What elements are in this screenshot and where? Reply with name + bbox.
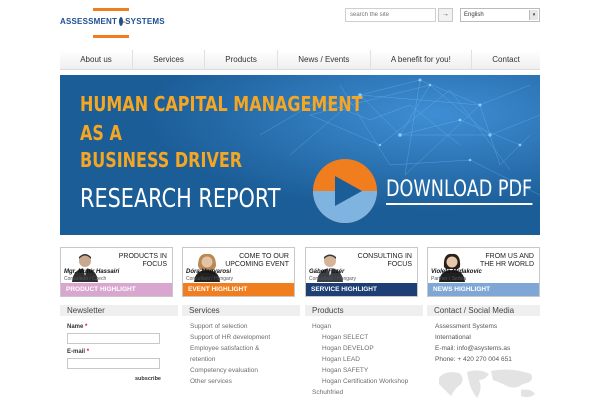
newsletter-heading: Newsletter xyxy=(60,305,178,316)
banner-headline-line1: HUMAN CAPITAL MANAGEMENT xyxy=(80,92,363,116)
products-link[interactable]: Hogan DEVELOP xyxy=(312,343,408,354)
highlight-card-event[interactable]: COME TO OUR UPCOMING EVENT Dóra Magyaros… xyxy=(182,247,295,297)
highlight-category-bar: PRODUCT HIGHLIGHT xyxy=(61,283,172,296)
play-icon[interactable] xyxy=(312,158,378,224)
contact-heading: Contact / Social Media xyxy=(427,305,540,316)
nav-item-contact[interactable]: Contact xyxy=(472,50,540,69)
highlight-card-news[interactable]: FROM US AND THE HR WORLD Violeta Mrdakov… xyxy=(427,247,540,297)
world-map-icon xyxy=(439,369,535,398)
email-label-text: E-mail xyxy=(67,349,86,355)
highlight-person-name: Mgr. Munir Hassairi xyxy=(64,269,120,275)
highlight-card-product[interactable]: PRODUCTS IN FOCUS Mgr. Munir Hassairi Co… xyxy=(60,247,173,297)
chevron-down-icon: ▾ xyxy=(529,10,538,20)
email-field[interactable] xyxy=(67,358,160,369)
highlight-person-name: Dóra Magyarosi xyxy=(186,269,232,275)
required-mark: * xyxy=(85,324,88,330)
contact-email[interactable]: E-mail: info@asystems.as xyxy=(435,343,512,354)
products-heading: Products xyxy=(305,305,423,316)
products-link[interactable]: Hogan LEAD xyxy=(312,354,408,365)
highlight-title: PRODUCTS IN FOCUS xyxy=(118,253,167,268)
services-heading: Services xyxy=(182,305,300,316)
highlight-category-bar: NEWS HIGHLIGHT xyxy=(428,283,539,296)
required-mark: * xyxy=(86,349,90,355)
language-select[interactable]: English ▾ xyxy=(460,8,540,22)
logo-top-bar xyxy=(93,8,129,11)
services-link[interactable]: Competency evaluation xyxy=(190,365,270,376)
search-button[interactable]: → xyxy=(438,8,453,22)
name-field[interactable] xyxy=(67,333,160,344)
contact-phone: Phone: + 420 270 004 651 xyxy=(435,356,512,363)
products-link[interactable]: Hogan SELECT xyxy=(312,332,408,343)
banner-subheadline: RESEARCH REPORT xyxy=(80,184,281,214)
company-logo[interactable]: ASSESSMENT SYSTEMS xyxy=(60,8,165,38)
highlight-category-bar: SERVICE HIGHLIGHT xyxy=(306,283,417,296)
highlight-card-service[interactable]: CONSULTING IN FOCUS Gábor Füzér Consulta… xyxy=(305,247,418,297)
products-link[interactable]: Hogan xyxy=(312,321,408,332)
services-link[interactable]: Support of HR development xyxy=(190,332,270,343)
nav-item-products[interactable]: Products xyxy=(205,50,279,69)
nav-item-about-us[interactable]: About us xyxy=(60,50,133,69)
highlight-person-name: Violeta Mrdakovic xyxy=(431,269,482,275)
highlight-title: CONSULTING IN FOCUS xyxy=(357,253,412,268)
logo-bottom-bar xyxy=(93,35,129,38)
services-list: Support of selection Support of HR devel… xyxy=(190,321,270,387)
services-link[interactable]: Employee satisfaction & xyxy=(190,343,270,354)
products-link[interactable]: Hogan SAFETY xyxy=(312,365,408,376)
highlight-title: COME TO OUR UPCOMING EVENT xyxy=(225,253,289,268)
subscribe-button[interactable]: subscribe xyxy=(135,376,161,382)
nav-item-services[interactable]: Services xyxy=(133,50,206,69)
nav-item-benefit[interactable]: A benefit for you! xyxy=(371,50,473,69)
products-link[interactable]: Schuhfried xyxy=(312,387,408,398)
hero-banner[interactable]: HUMAN CAPITAL MANAGEMENT AS A BUSINESS D… xyxy=(60,75,540,235)
highlight-person-role: Consultant / Hungary xyxy=(186,276,233,282)
company-name-line2: International xyxy=(435,334,471,341)
newsletter-form: Name * E-mail * xyxy=(67,324,160,369)
highlight-person-name: Gábor Füzér xyxy=(309,269,345,275)
nav-item-news-events[interactable]: News / Events xyxy=(278,50,371,69)
highlight-title: FROM US AND THE HR WORLD xyxy=(479,253,534,268)
highlight-category-bar: EVENT HIGHLIGHT xyxy=(183,283,294,296)
services-link[interactable]: Other services xyxy=(190,376,270,387)
search-input[interactable] xyxy=(345,8,436,22)
logo-circle-icon xyxy=(119,17,125,26)
logo-word-right: SYSTEMS xyxy=(125,17,165,26)
language-selected-value: English xyxy=(464,12,484,18)
products-list: Hogan Hogan SELECT Hogan DEVELOP Hogan L… xyxy=(312,321,408,398)
arrow-right-icon: → xyxy=(442,11,449,18)
highlight-person-role: Consultant / Czech xyxy=(64,276,107,282)
main-navigation: About us Services Products News / Events… xyxy=(60,50,540,70)
products-link[interactable]: Hogan Certification Workshop xyxy=(312,376,408,387)
banner-headline-line3: BUSINESS DRIVER xyxy=(80,148,243,172)
highlight-person-role: Partner / Serbia xyxy=(431,276,467,282)
banner-headline-line2: AS A xyxy=(80,121,122,145)
highlight-person-role: Consultant / Hungary xyxy=(309,276,356,282)
services-link[interactable]: Support of selection xyxy=(190,321,270,332)
download-pdf-link[interactable]: DOWNLOAD PDF xyxy=(386,177,533,205)
name-label-text: Name xyxy=(67,324,84,330)
name-label: Name * xyxy=(67,324,160,330)
contact-info: Assessment Systems International E-mail:… xyxy=(435,321,512,365)
services-link[interactable]: retention xyxy=(190,354,270,365)
company-name-line1: Assessment Systems xyxy=(435,323,498,330)
email-label: E-mail * xyxy=(67,349,160,355)
logo-wordmark: ASSESSMENT SYSTEMS xyxy=(60,17,165,26)
logo-word-left: ASSESSMENT xyxy=(60,17,118,26)
